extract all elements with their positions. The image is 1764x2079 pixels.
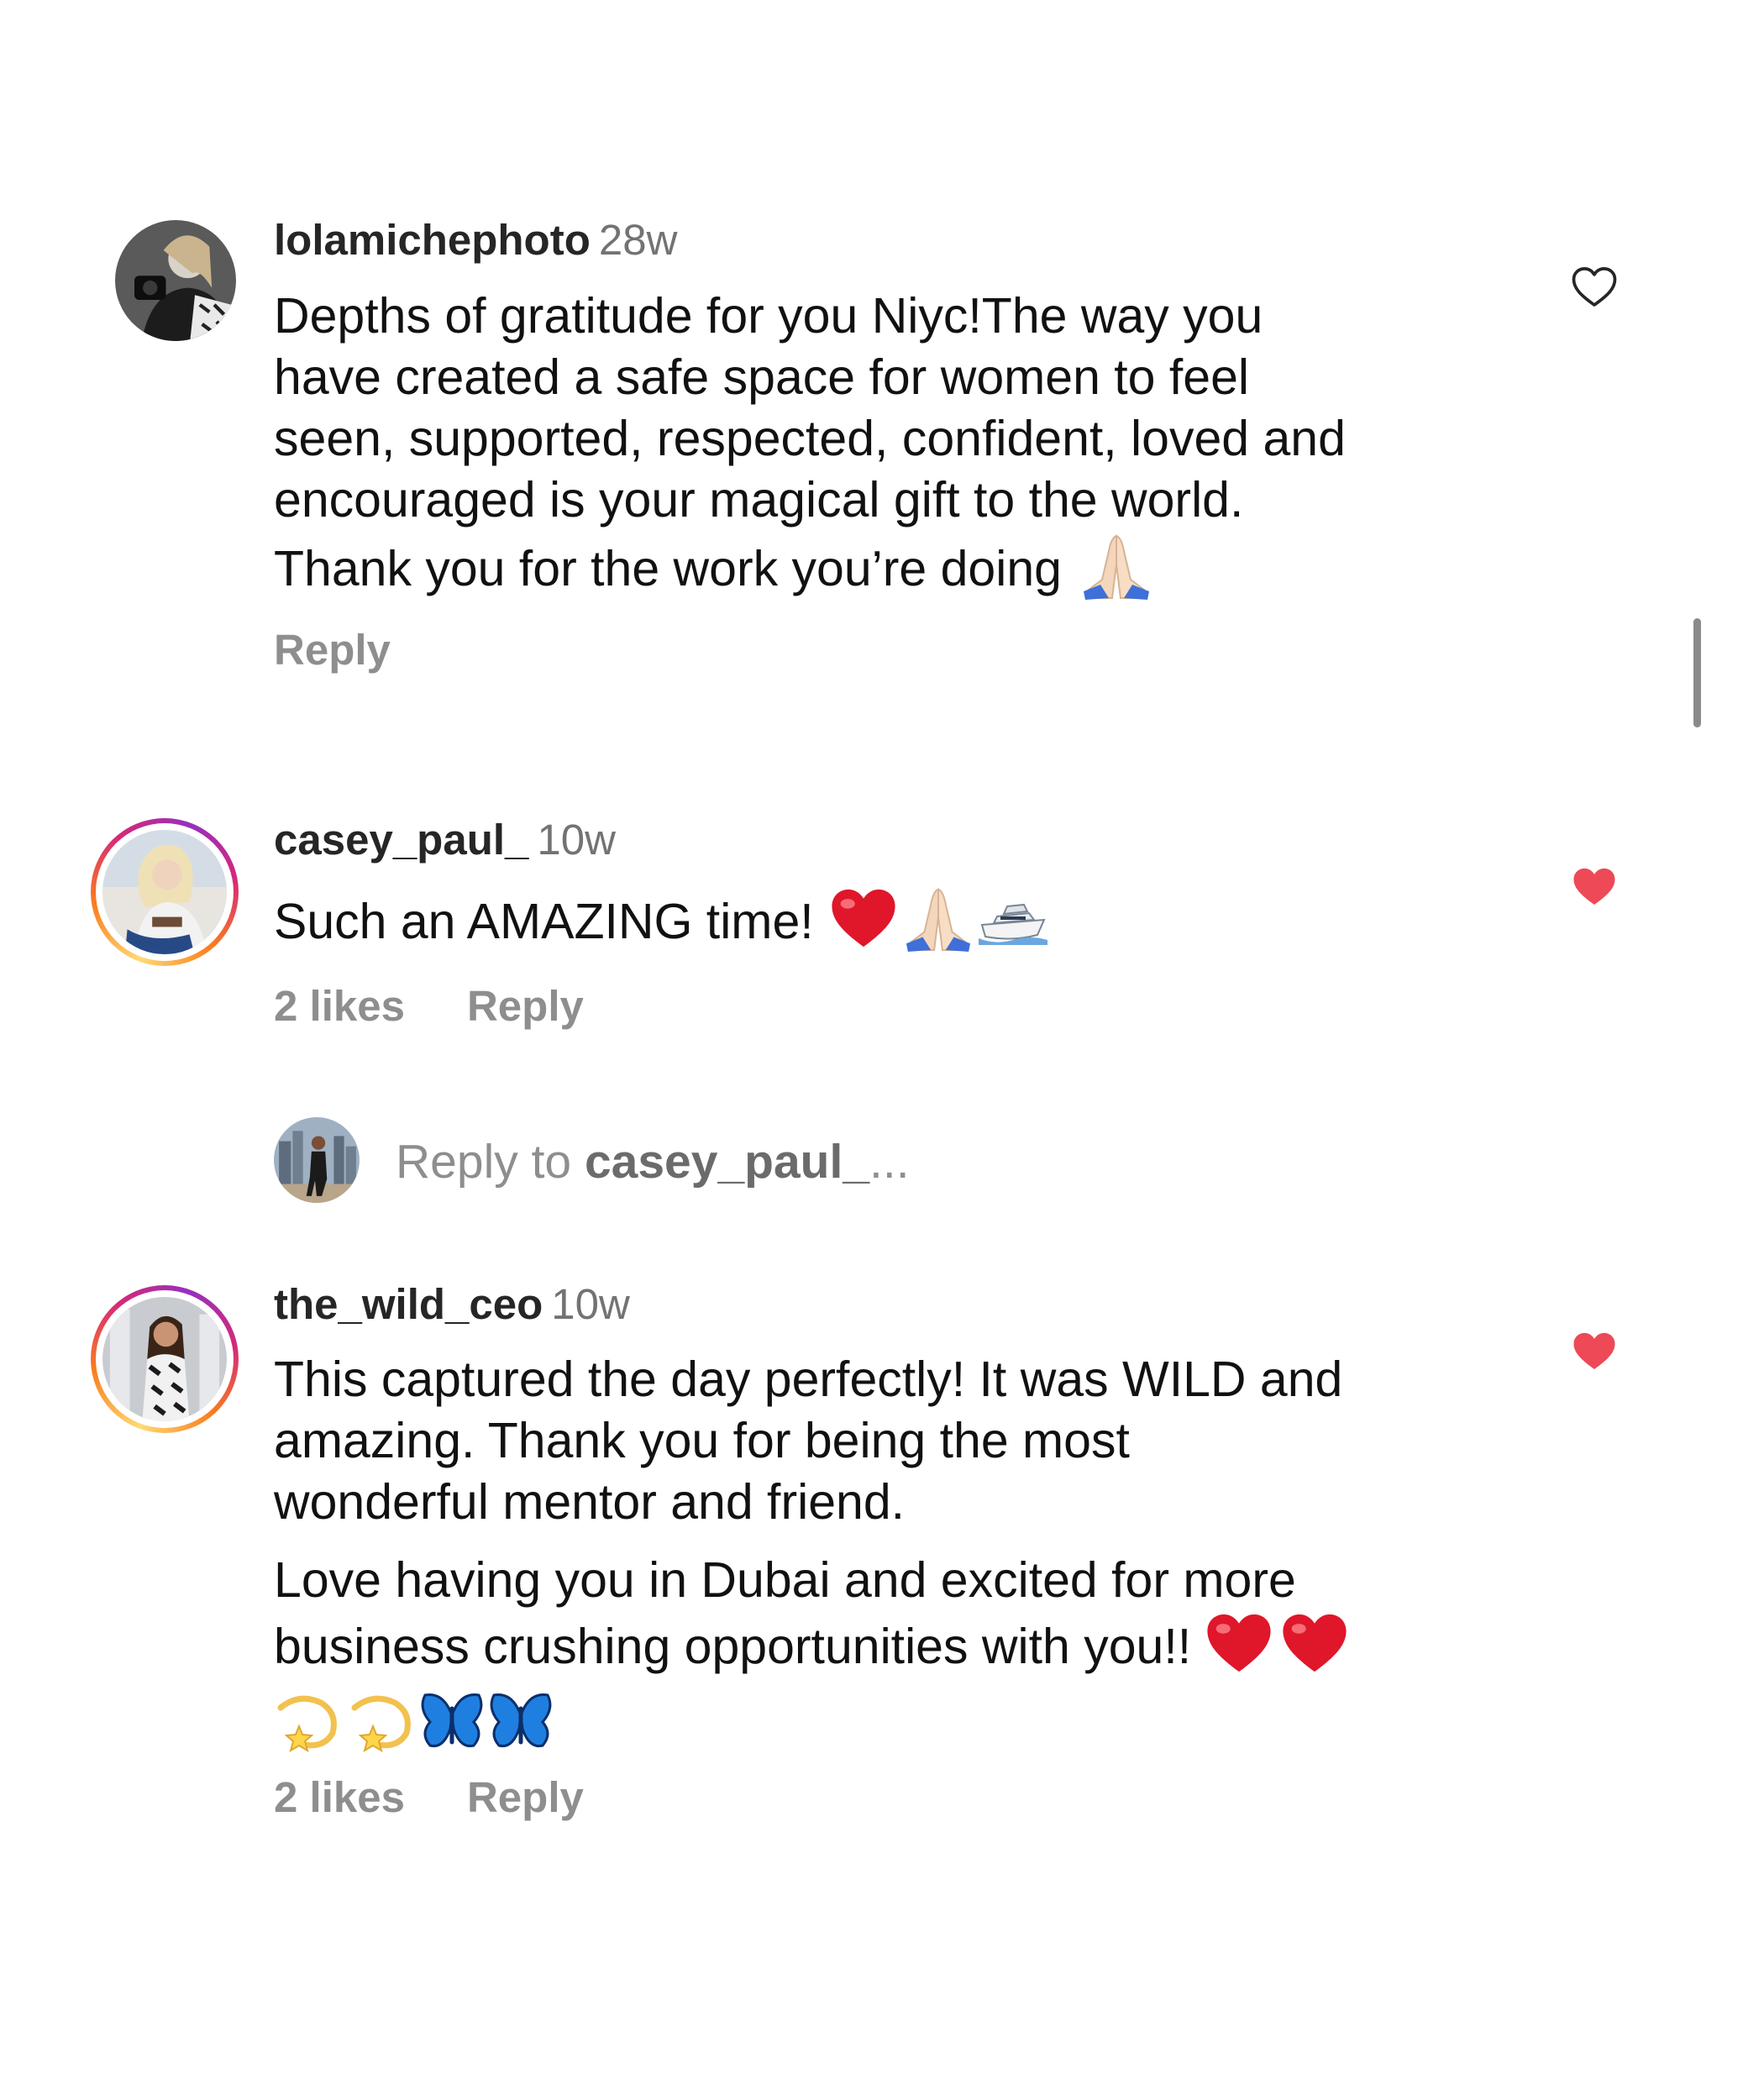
butterfly-emoji	[487, 1690, 554, 1767]
comment-text-line: Depths of gratitude for you Niyc!The way…	[274, 288, 1263, 344]
comment-timestamp: 10w	[551, 1280, 630, 1328]
dizzy-emoji	[274, 1689, 343, 1767]
comment-text-line: business crushing opportunities with you…	[274, 1611, 1349, 1689]
username-link[interactable]: the_wild_ceo	[274, 1280, 543, 1328]
avatar-story-ring[interactable]	[91, 1285, 239, 1433]
username-link[interactable]: casey_paul_	[274, 816, 528, 864]
comment-text-segment: business crushing opportunities with you…	[274, 1619, 1192, 1675]
reply-placeholder-ellipsis: ...	[869, 1135, 910, 1189]
reply-button[interactable]: Reply	[467, 982, 584, 1030]
comment-emoji-line	[274, 1689, 1349, 1767]
comment-text-line-last: Thank you for the work you’re doing	[274, 531, 1346, 614]
comment-text: This captured the day perfectly! It was …	[274, 1349, 1342, 1533]
comment-timestamp: 28w	[598, 216, 678, 264]
reply-placeholder-prefix: Reply to	[396, 1135, 585, 1189]
reply-button[interactable]: Reply	[467, 1773, 584, 1821]
ship-emoji	[978, 891, 1047, 959]
comment-text-line: wonderful mentor and friend.	[274, 1474, 906, 1530]
comment-text-line: This captured the day perfectly! It was …	[274, 1352, 1343, 1407]
comment-text-line: amazing. Thank you for being the most	[274, 1413, 1130, 1468]
reply-input[interactable]: Reply to casey_paul_...	[396, 1134, 910, 1189]
my-avatar	[274, 1117, 360, 1203]
comment-text-line: encouraged is your magical gift to the w…	[274, 472, 1244, 528]
folded-hands-emoji	[1080, 531, 1152, 614]
heart-filled-icon[interactable]	[1571, 1330, 1618, 1373]
likes-count[interactable]: 2 likes	[274, 982, 405, 1030]
comment-text: Depths of gratitude for you Niyc!The way…	[274, 286, 1346, 614]
reply-target-username: casey_paul_	[584, 1135, 870, 1189]
comment-text-line: Love having you in Dubai and excited for…	[274, 1552, 1296, 1608]
comment-actions: 2 likes Reply	[274, 1772, 584, 1823]
heart-outline-icon[interactable]	[1571, 265, 1618, 309]
comment-text-segment: Thank you for the work you’re doing	[274, 541, 1062, 597]
dizzy-emoji	[348, 1689, 417, 1767]
comment-text-segment: Such an AMAZING time!	[274, 894, 814, 950]
comment-text-line: Such an AMAZING time!	[274, 885, 1047, 966]
avatar[interactable]	[115, 220, 236, 341]
comment-header: the_wild_ceo 10w	[274, 1279, 630, 1330]
avatar	[102, 830, 227, 954]
comment-header: casey_paul_ 10w	[274, 815, 616, 865]
red-heart-emoji	[1205, 1611, 1273, 1689]
comment-text: Such an AMAZING time!	[274, 885, 1047, 966]
likes-count[interactable]: 2 likes	[274, 1773, 405, 1821]
heart-filled-icon[interactable]	[1571, 865, 1618, 909]
red-heart-emoji	[1280, 1611, 1349, 1689]
comment-text-line: have created a safe space for women to f…	[274, 349, 1250, 405]
comment-actions: Reply	[274, 625, 391, 675]
avatar	[102, 1297, 227, 1421]
butterfly-emoji	[418, 1690, 486, 1767]
comment-timestamp: 10w	[537, 816, 616, 864]
comment-text-paragraph: Love having you in Dubai and excited for…	[274, 1550, 1349, 1767]
comment-header: lolamichephoto 28w	[274, 215, 677, 265]
reply-button[interactable]: Reply	[274, 626, 391, 674]
comment-text-line: seen, supported, respected, confident, l…	[274, 411, 1346, 466]
red-heart-emoji	[829, 886, 898, 964]
username-link[interactable]: lolamichephoto	[274, 216, 591, 264]
folded-hands-emoji	[903, 885, 974, 966]
avatar-story-ring[interactable]	[91, 818, 239, 966]
scrollbar[interactable]	[1693, 618, 1701, 727]
comment-actions: 2 likes Reply	[274, 981, 584, 1032]
